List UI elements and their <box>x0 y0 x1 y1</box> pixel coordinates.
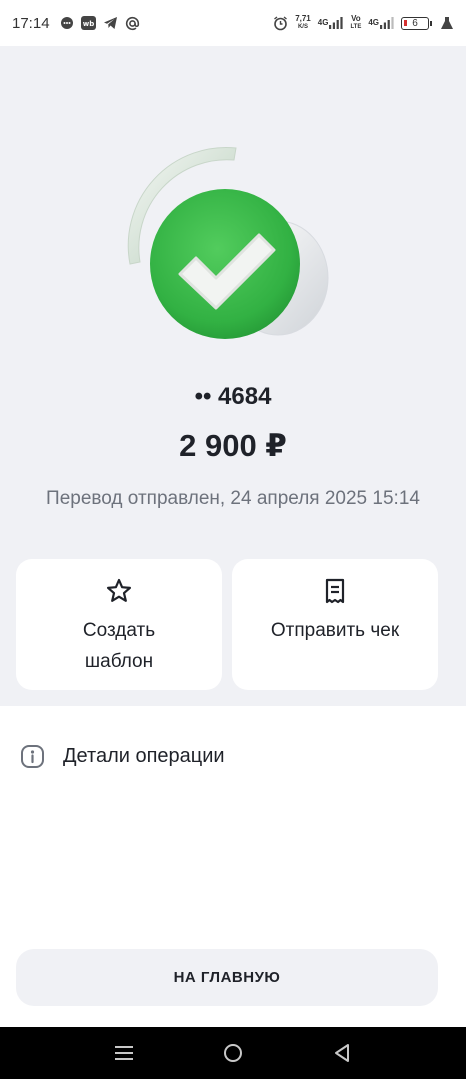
create-template-label: Создать шаблон <box>82 620 156 672</box>
operation-details-row[interactable]: Детали операции <box>0 728 466 784</box>
clock: 17:14 <box>12 14 50 32</box>
home-icon[interactable] <box>213 1033 253 1073</box>
system-nav-bar <box>0 1027 466 1079</box>
card-number: •• 4684 <box>194 383 272 410</box>
operation-details-label: Детали операции <box>63 744 225 767</box>
status-bar-right: 7,71 K/S 4G Vo LTE 4G 6 <box>273 15 454 31</box>
status-bar-left: 17:14 wb <box>12 15 140 32</box>
back-icon[interactable] <box>322 1033 362 1073</box>
go-home-button[interactable]: НА ГЛАВНУЮ <box>16 949 438 1006</box>
send-receipt-button[interactable]: Отправить чек <box>232 559 438 690</box>
volte-bottom: LTE <box>350 24 362 30</box>
alarm-icon <box>273 15 288 31</box>
status-bar: 17:14 wb 7,71 K/S 4G Vo LTE 4G 6 <box>0 0 466 46</box>
send-receipt-label: Отправить чек <box>270 620 400 641</box>
transfer-status: Перевод отправлен, 24 апреля 2025 15:14 <box>46 488 420 509</box>
at-icon <box>125 16 140 31</box>
signal2-icon: 4G <box>368 17 394 29</box>
star-icon <box>107 578 131 602</box>
android-icon <box>440 16 454 30</box>
net-speed-value: 7,71 <box>295 14 311 23</box>
info-icon <box>21 744 44 768</box>
create-template-button[interactable]: Создать шаблон <box>16 559 222 690</box>
message-icon <box>60 16 74 30</box>
wb-icon: wb <box>80 16 96 30</box>
telegram-icon <box>103 16 118 30</box>
checkmark-icon <box>118 142 338 372</box>
volte-indicator: Vo LTE <box>350 15 361 31</box>
menu-icon[interactable] <box>104 1033 144 1073</box>
volte-top: Vo <box>351 14 361 23</box>
signal2-label: 4G <box>368 18 379 27</box>
signal1-label: 4G <box>317 18 329 27</box>
svg-text:wb: wb <box>82 20 93 28</box>
receipt-icon <box>325 578 345 604</box>
battery-level: 6 <box>412 17 418 29</box>
transfer-amount: 2 900 ₽ <box>179 428 287 463</box>
signal-icon: 4G <box>318 17 344 29</box>
net-speed-unit: K/S <box>297 24 308 30</box>
battery-icon: 6 <box>401 16 432 30</box>
net-speed: 7,71 K/S <box>295 15 311 31</box>
